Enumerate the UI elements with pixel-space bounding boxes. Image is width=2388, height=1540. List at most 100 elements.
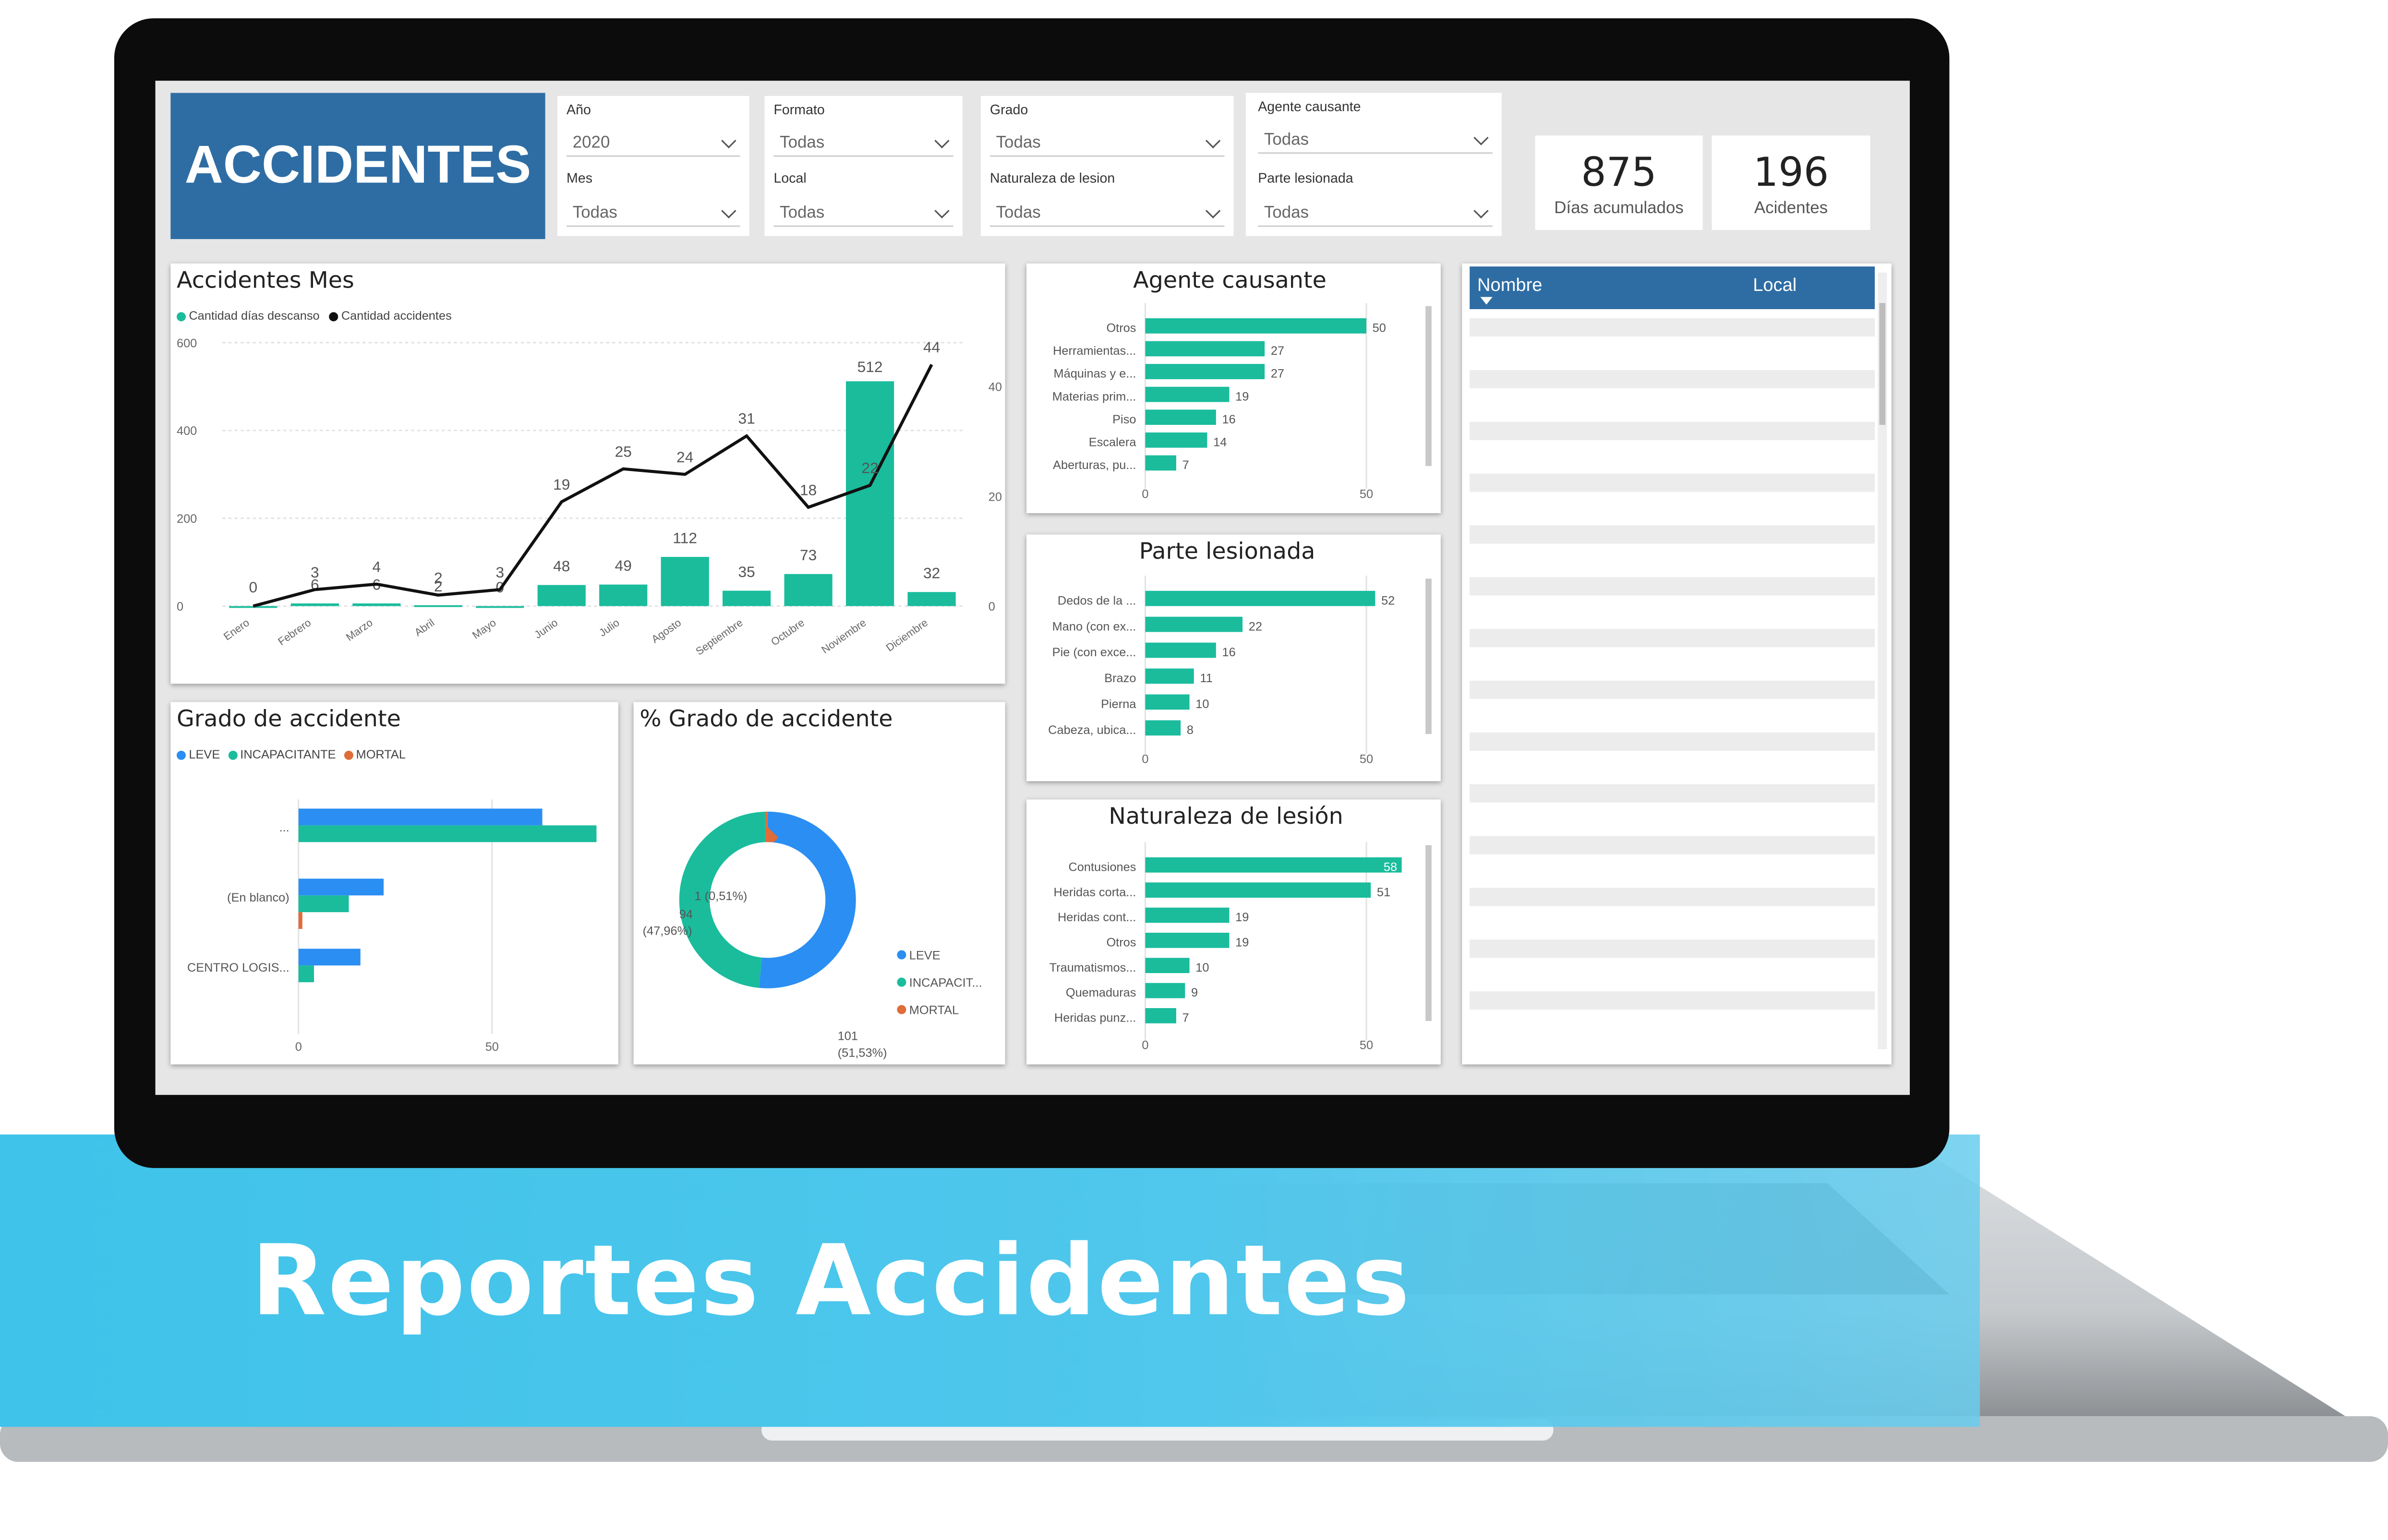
table-row[interactable] — [1470, 784, 1875, 803]
scrollbar — [1425, 845, 1432, 1021]
table-row[interactable] — [1470, 914, 1875, 932]
chevron-down-icon — [1205, 133, 1221, 149]
kpi-days-card: 875 Días acumulados — [1535, 135, 1703, 230]
bar-incapacitante — [298, 895, 349, 913]
local-value: Todas — [780, 204, 825, 223]
local-dropdown[interactable]: Todas — [773, 200, 953, 227]
category-label: (En blanco) — [227, 891, 289, 904]
value-label: 16 — [1222, 646, 1236, 659]
year-dropdown[interactable]: 2020 — [567, 130, 740, 157]
table-row[interactable] — [1470, 732, 1875, 751]
value-label: 22 — [1249, 620, 1262, 633]
table-row[interactable] — [1470, 603, 1875, 622]
bar — [1145, 857, 1402, 873]
x-tick-label: Enero — [221, 616, 252, 642]
table-row[interactable] — [1470, 655, 1875, 674]
names-table-header: Nombre Local — [1470, 266, 1875, 309]
bar-label: 0 — [249, 578, 258, 596]
table-scrollbar[interactable] — [1878, 272, 1887, 1049]
grade-chart-panel: Grado de accidente LEVE INCAPACITANTE MO… — [170, 702, 618, 1065]
bar — [1145, 983, 1185, 999]
grade-dropdown[interactable]: Todas — [989, 130, 1225, 157]
category-label: Materias prim... — [1052, 390, 1136, 403]
banner-title: Reportes Accidentes — [251, 1226, 1411, 1339]
column-nombre[interactable]: Nombre — [1477, 274, 1542, 295]
category-label: Dedos de la ... — [1058, 594, 1136, 607]
table-row[interactable] — [1470, 421, 1875, 440]
x-tick-label: Octubre — [769, 616, 807, 648]
slice-label-leve-value: 101 — [838, 1030, 858, 1043]
table-row[interactable] — [1470, 629, 1875, 648]
x-tick-label: Abril — [412, 616, 437, 638]
line-label: 19 — [553, 476, 570, 493]
table-row[interactable] — [1470, 577, 1875, 596]
table-row[interactable] — [1470, 810, 1875, 829]
line-label: 3 — [495, 564, 504, 581]
report-title: ACCIDENTES — [170, 93, 545, 240]
value-label: 14 — [1213, 435, 1227, 449]
category-label: Otros — [1106, 936, 1136, 950]
bar — [1145, 882, 1371, 898]
x-tick: 0 — [295, 1040, 302, 1054]
table-row[interactable] — [1470, 888, 1875, 906]
bar-days — [661, 557, 709, 606]
table-row[interactable] — [1470, 447, 1875, 466]
filter-card-year-month: Año 2020 Mes Todas — [557, 96, 749, 236]
chevron-down-icon — [934, 133, 950, 149]
table-row[interactable] — [1470, 758, 1875, 777]
table-row[interactable] — [1470, 396, 1875, 414]
slice-label-mortal: 1 (0,51%) — [695, 890, 748, 903]
bar-incapacitante — [298, 965, 314, 983]
table-row[interactable] — [1470, 370, 1875, 388]
grade-pct-chart: 101 (51,53%) 94 (47,96%) 1 (0,51%) LEVE INCAPA… — [643, 811, 982, 1060]
value-label: 9 — [1191, 986, 1198, 999]
bar — [1145, 455, 1176, 471]
bar — [1145, 958, 1190, 974]
value-label: 52 — [1381, 594, 1395, 607]
part-dropdown[interactable]: Todas — [1258, 200, 1493, 227]
value-label: 27 — [1271, 344, 1284, 358]
table-row[interactable] — [1470, 706, 1875, 725]
table-row[interactable] — [1470, 862, 1875, 880]
x-tick-label: Diciembre — [884, 616, 930, 654]
table-row[interactable] — [1470, 680, 1875, 699]
table-row[interactable] — [1470, 965, 1875, 984]
bar-days — [784, 574, 832, 606]
bar — [1145, 907, 1230, 923]
table-row[interactable] — [1470, 939, 1875, 958]
category-label: Herramientas... — [1053, 344, 1136, 358]
category-label: ... — [279, 821, 289, 834]
table-row[interactable] — [1470, 473, 1875, 492]
bar-days — [414, 605, 462, 607]
nature-dropdown[interactable]: Todas — [989, 200, 1225, 227]
table-row[interactable] — [1470, 551, 1875, 570]
format-dropdown[interactable]: Todas — [773, 130, 953, 157]
legend-swatch — [897, 950, 906, 960]
table-row[interactable] — [1470, 836, 1875, 854]
line-label: 24 — [676, 448, 693, 466]
table-row[interactable] — [1470, 1017, 1875, 1036]
table-row[interactable] — [1470, 499, 1875, 518]
bar — [1145, 590, 1375, 606]
category-label: Contusiones — [1068, 860, 1136, 874]
sort-down-icon[interactable] — [1480, 297, 1493, 305]
value-label: 19 — [1235, 390, 1249, 403]
bar — [1145, 318, 1366, 334]
bar-days — [599, 584, 648, 606]
agent-value: Todas — [1264, 131, 1309, 149]
bar-leve — [298, 949, 361, 966]
table-row[interactable] — [1470, 525, 1875, 544]
line-label: 3 — [311, 564, 319, 581]
table-row[interactable] — [1470, 344, 1875, 362]
bar-label: 32 — [923, 565, 940, 582]
table-row[interactable] — [1470, 991, 1875, 1010]
column-local[interactable]: Local — [1753, 274, 1797, 295]
agent-dropdown[interactable]: Todas — [1258, 126, 1493, 154]
table-scrollbar-thumb[interactable] — [1879, 303, 1886, 425]
y-tick-right: 0 — [989, 600, 995, 614]
bar-label: 73 — [800, 546, 817, 564]
month-dropdown[interactable]: Todas — [567, 200, 740, 227]
x-tick-label: Noviembre — [819, 616, 868, 656]
table-row[interactable] — [1470, 318, 1875, 337]
agent-chart: 0 50 Otros 50 Herramientas... 27 Máquinas y e.… — [1052, 303, 1432, 501]
